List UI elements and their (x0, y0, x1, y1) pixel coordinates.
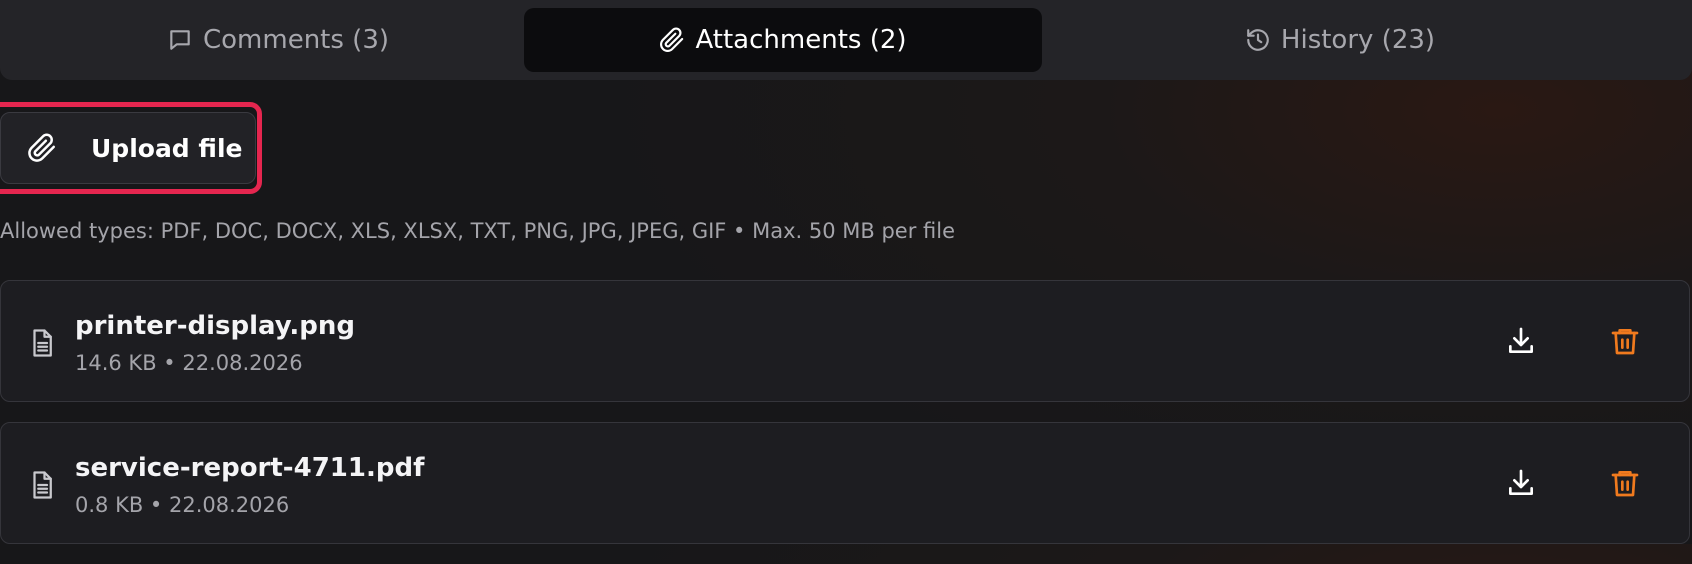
attachment-item: printer-display.png 14.6 KB • 22.08.2026 (0, 280, 1690, 402)
delete-button[interactable] (1605, 463, 1645, 503)
download-icon (1509, 327, 1533, 353)
attachment-name: service-report-4711.pdf (75, 453, 425, 483)
tab-bar: Comments (3) Attachments (2) History (23… (0, 0, 1692, 80)
history-icon (1247, 29, 1269, 51)
delete-button[interactable] (1605, 321, 1645, 361)
download-icon (1509, 469, 1533, 495)
tab-attachments-label: Attachments (2) (695, 25, 907, 55)
trash-icon (1611, 329, 1639, 355)
allowed-types-hint: Allowed types: PDF, DOC, DOCX, XLS, XLSX… (0, 219, 956, 243)
upload-file-label: Upload file (91, 133, 243, 163)
file-text-icon (33, 329, 52, 357)
download-button[interactable] (1501, 463, 1541, 503)
attachment-meta: 14.6 KB • 22.08.2026 (75, 351, 303, 375)
tab-attachments[interactable]: Attachments (2) (524, 8, 1042, 72)
file-text-icon (33, 471, 52, 499)
attachment-list: printer-display.png 14.6 KB • 22.08.2026… (0, 280, 1692, 564)
download-button[interactable] (1501, 321, 1541, 361)
comment-icon (170, 30, 190, 50)
tab-history-label: History (23) (1280, 25, 1436, 55)
attachment-item: service-report-4711.pdf 0.8 KB • 22.08.2… (0, 422, 1690, 544)
paperclip-icon (660, 27, 684, 52)
tab-comments[interactable]: Comments (3) (0, 8, 556, 72)
tab-comments-label: Comments (3) (202, 25, 390, 55)
attachment-meta: 0.8 KB • 22.08.2026 (75, 493, 290, 517)
paperclip-icon (28, 133, 55, 162)
tab-history[interactable]: History (23) (1060, 8, 1620, 72)
trash-icon (1611, 471, 1639, 497)
attachment-name: printer-display.png (75, 311, 355, 341)
upload-file-button[interactable]: Upload file (0, 112, 256, 184)
